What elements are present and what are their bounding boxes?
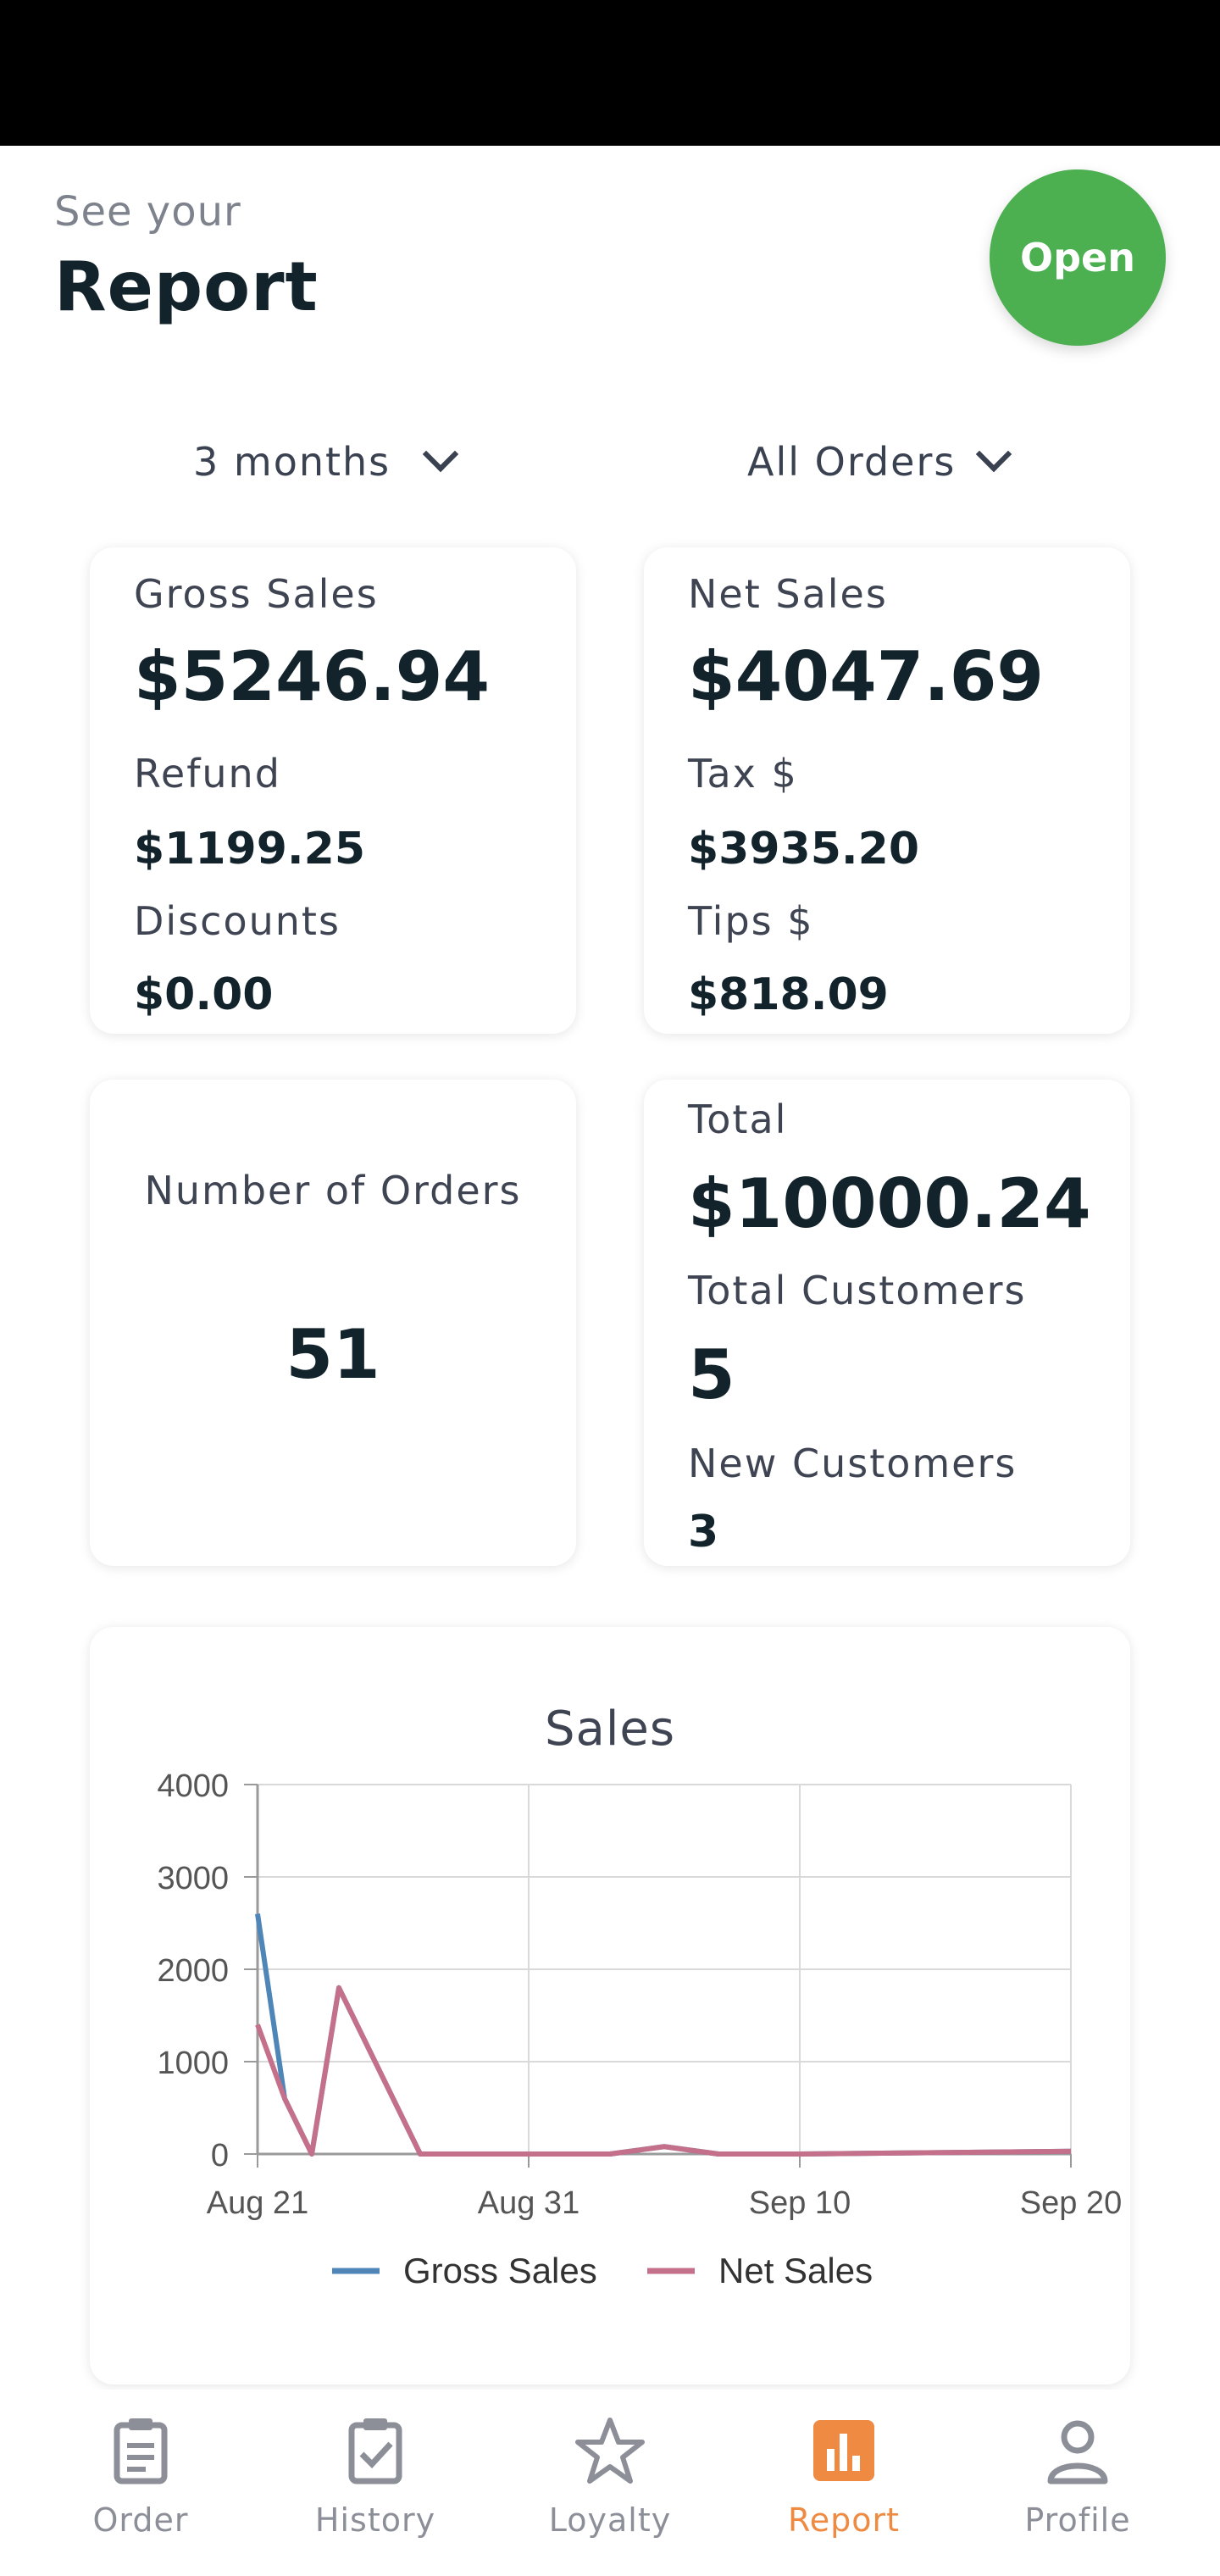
clipboard-icon [114, 2418, 168, 2484]
y-tick-label: 3000 [157, 1861, 229, 1896]
x-tick-label: Aug 21 [207, 2185, 308, 2221]
star-icon [575, 2418, 645, 2484]
nav-order-label: Order [92, 2501, 189, 2539]
discounts-label: Discounts [134, 898, 341, 944]
nav-loyalty[interactable]: Loyalty [525, 2390, 695, 2559]
tax-label: Tax $ [688, 751, 798, 797]
chevron-down-icon [976, 436, 1012, 473]
y-tick-label: 4000 [157, 1768, 229, 1804]
sales-chart-card: Sales 0 1000 2000 3000 4000 Aug 21 Aug 31 Sep 1… [90, 1627, 1130, 2384]
nav-history-label: History [314, 2501, 436, 2539]
orders-card: Number of Orders 51 [90, 1080, 576, 1566]
period-dropdown[interactable]: 3 months [193, 432, 459, 491]
x-tick-label: Sep 10 [749, 2185, 851, 2221]
y-tick-label: 2000 [157, 1953, 229, 1989]
bottom-nav: Order History Loyalty Report Profile [0, 2390, 1220, 2576]
clipboard-check-icon [348, 2418, 402, 2484]
discounts-value: $0.00 [134, 969, 274, 1020]
period-value: 3 months [193, 439, 391, 485]
order-type-value: All Orders [747, 439, 957, 485]
status-bar [0, 0, 1220, 146]
total-label: Total [688, 1096, 788, 1142]
total-card: Total $10000.24 Total Customers 5 New Cu… [644, 1080, 1130, 1566]
nav-profile-label: Profile [1024, 2501, 1131, 2539]
refund-value: $1199.25 [134, 824, 366, 874]
sales-line-chart: 0 1000 2000 3000 4000 Aug 21 Aug 31 Sep 10 Sep 2… [157, 1768, 1122, 2290]
x-tick-label: Sep 20 [1020, 2185, 1122, 2221]
tips-label: Tips $ [688, 898, 814, 944]
new-customers-value: 3 [688, 1507, 719, 1557]
bar-chart-icon [813, 2420, 874, 2481]
total-customers-value: 5 [688, 1335, 735, 1414]
gross-sales-value: $5246.94 [134, 637, 491, 716]
series-line-gross-sales [255, 1913, 1072, 2157]
total-value: $10000.24 [688, 1164, 1091, 1243]
net-sales-label: Net Sales [688, 571, 888, 617]
total-customers-label: Total Customers [688, 1268, 1027, 1313]
chevron-down-icon [422, 436, 459, 473]
orders-value: 51 [286, 1315, 380, 1394]
gross-sales-card: Gross Sales $5246.94 Refund $1199.25 Dis… [90, 547, 576, 1034]
y-tick-label: 0 [211, 2138, 229, 2174]
nav-loyalty-label: Loyalty [548, 2501, 672, 2539]
orders-label: Number of Orders [144, 1168, 522, 1213]
series-line-net-sales [255, 1985, 1072, 2157]
legend-label: Net Sales [718, 2251, 873, 2290]
new-customers-label: New Customers [688, 1441, 1018, 1486]
tips-value: $818.09 [688, 969, 889, 1020]
page-title: Report [54, 247, 319, 326]
net-sales-value: $4047.69 [688, 637, 1045, 716]
refund-label: Refund [134, 751, 281, 797]
nav-order[interactable]: Order [56, 2390, 225, 2559]
store-status-button[interactable]: Open [990, 169, 1166, 346]
nav-profile[interactable]: Profile [993, 2390, 1162, 2559]
nav-report[interactable]: Report [759, 2390, 929, 2559]
order-type-dropdown[interactable]: All Orders [747, 432, 1012, 491]
nav-history[interactable]: History [291, 2390, 460, 2559]
y-tick-label: 1000 [157, 2046, 229, 2081]
page-subtitle: See your [54, 188, 241, 236]
x-tick-label: Aug 31 [478, 2185, 580, 2221]
legend-label: Gross Sales [403, 2251, 597, 2290]
gross-sales-label: Gross Sales [134, 571, 379, 617]
tax-value: $3935.20 [688, 824, 920, 874]
net-sales-card: Net Sales $4047.69 Tax $ $3935.20 Tips $… [644, 547, 1130, 1034]
nav-report-label: Report [788, 2501, 900, 2539]
person-icon [1047, 2420, 1108, 2484]
